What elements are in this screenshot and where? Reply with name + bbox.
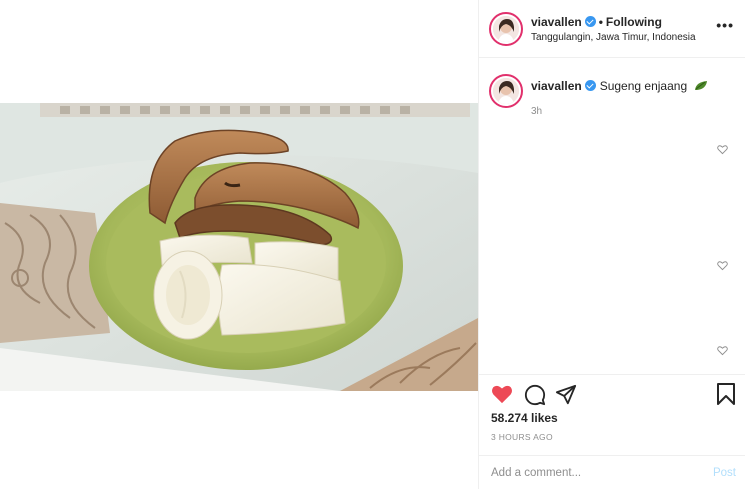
heart-icon[interactable] [491, 384, 513, 404]
comment-like-heart-icon[interactable] [717, 345, 728, 356]
bookmark-icon[interactable] [716, 383, 736, 405]
username-link[interactable]: viavallen [531, 15, 582, 29]
caption-text: Sugeng enjaang [599, 79, 688, 93]
comment-input[interactable] [491, 467, 691, 479]
comment-icon[interactable] [524, 384, 546, 406]
caption-timestamp: 3h [531, 106, 543, 117]
likes-count[interactable]: 58.274 likes [491, 411, 558, 425]
comment-like-heart-icon[interactable] [717, 260, 728, 271]
location-link[interactable]: Tanggulangin, Jawa Timur, Indonesia [531, 32, 696, 43]
caption: viavallen Sugeng enjaang [531, 79, 708, 93]
header-line: viavallen • Following [531, 15, 662, 29]
photo-illustration [0, 103, 478, 391]
caption-username-link[interactable]: viavallen [531, 79, 582, 93]
comment-form: Post [479, 455, 745, 489]
follow-status-button[interactable]: Following [606, 15, 662, 29]
avatar[interactable] [489, 12, 523, 46]
avatar-image [493, 78, 519, 104]
verified-badge-icon [584, 16, 596, 27]
comment-like-heart-icon[interactable] [717, 144, 728, 155]
post-actions: 58.274 likes 3 HOURS AGO [479, 374, 745, 442]
more-options-icon[interactable]: ••• [716, 17, 734, 33]
post-side-panel: viavallen • Following Tanggulangin, Jawa T… [478, 0, 745, 489]
post-photo[interactable] [0, 103, 478, 391]
post-timestamp[interactable]: 3 HOURS AGO [491, 432, 553, 442]
comments-list[interactable] [479, 118, 745, 374]
post-comment-button[interactable]: Post [713, 467, 736, 479]
avatar-image [493, 16, 519, 42]
share-icon[interactable] [555, 384, 577, 406]
avatar[interactable] [489, 74, 523, 108]
verified-badge-icon [584, 80, 596, 91]
leaf-emoji-icon [695, 81, 708, 90]
media-area [0, 0, 478, 489]
post-header: viavallen • Following Tanggulangin, Jawa T… [479, 0, 745, 58]
separator-dot: • [598, 15, 603, 29]
